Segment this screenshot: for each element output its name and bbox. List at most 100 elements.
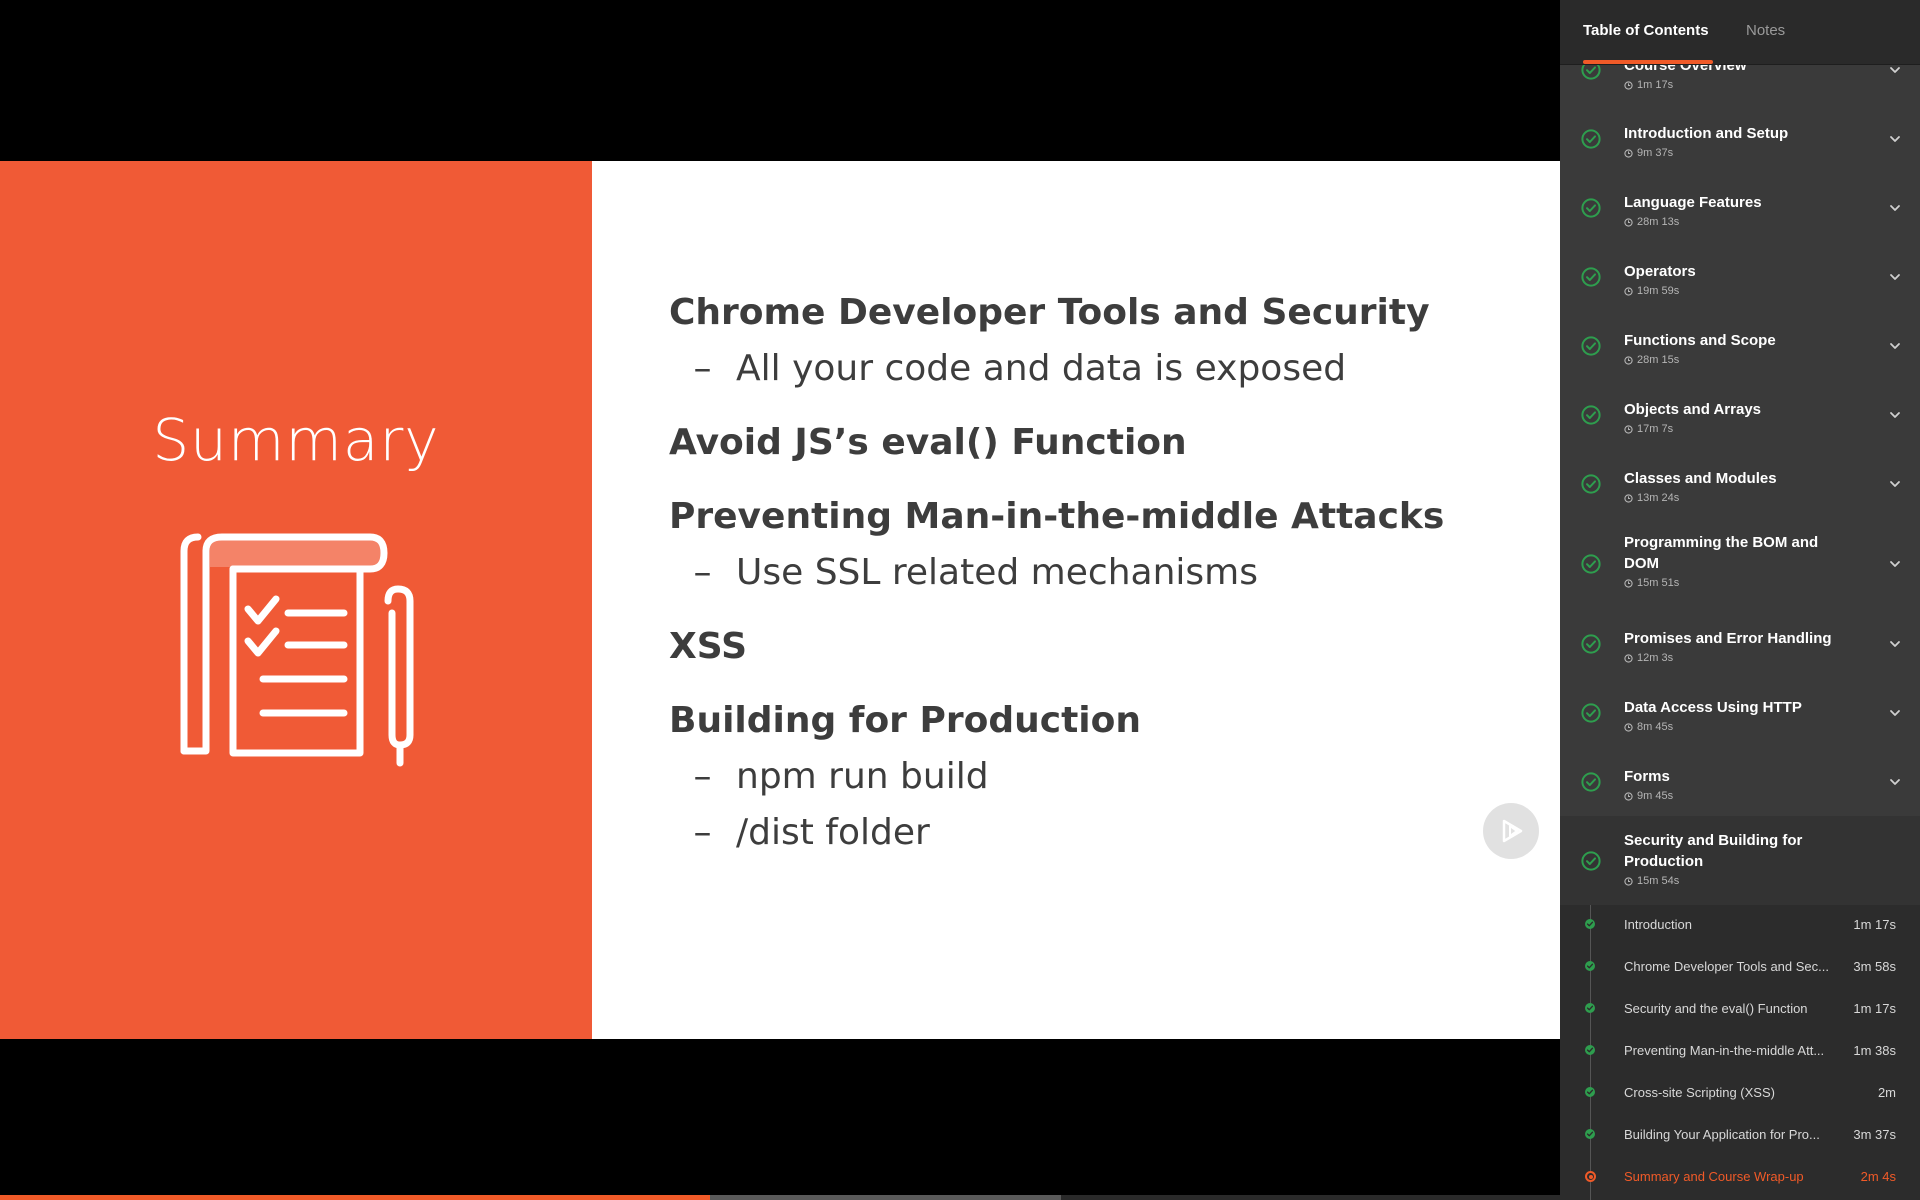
module-item[interactable]: Operators 19m 59s	[1560, 242, 1920, 312]
watched-check-icon	[1585, 961, 1595, 971]
module-item[interactable]: Classes and Modules 13m 24s	[1560, 449, 1920, 519]
module-duration: 19m 59s	[1624, 285, 1679, 297]
clip-duration: 3m 37s	[1853, 1127, 1896, 1142]
module-title: Functions and Scope	[1624, 332, 1776, 349]
tab-table-of-contents[interactable]: Table of Contents	[1583, 22, 1709, 39]
notepad-checklist-icon	[180, 533, 414, 767]
chevron-down-icon[interactable]	[1889, 560, 1901, 568]
clock-icon	[1624, 355, 1633, 365]
module-duration-text: 13m 24s	[1637, 492, 1680, 504]
bullet-dash: –	[693, 812, 712, 853]
module-item[interactable]: Language Features 28m 13s	[1560, 173, 1920, 243]
chevron-down-icon[interactable]	[1889, 778, 1901, 786]
module-duration-text: 9m 45s	[1637, 790, 1674, 802]
clip-item[interactable]: Building Your Application for Pro... 3m 3…	[1560, 1115, 1920, 1157]
clip-title: Chrome Developer Tools and Sec...	[1624, 959, 1829, 974]
slide-section-heading: Avoid JS’s eval() Function	[669, 422, 1187, 463]
clip-item[interactable]: Cross-site Scripting (XSS) 2m	[1560, 1073, 1920, 1115]
chevron-down-icon[interactable]	[1889, 342, 1901, 350]
completed-check-icon	[1581, 702, 1601, 723]
module-title: Forms	[1624, 768, 1670, 785]
progress-bar[interactable]	[0, 1195, 1560, 1200]
slide-section-heading: Building for Production	[669, 700, 1141, 741]
completed-check-icon	[1581, 197, 1601, 218]
module-item[interactable]: Forms 9m 45s	[1560, 747, 1920, 817]
slide-section: XSS	[669, 625, 1549, 669]
clock-icon	[1624, 578, 1633, 588]
chevron-down-icon[interactable]	[1889, 709, 1901, 717]
clock-icon	[1624, 286, 1633, 296]
module-duration: 13m 24s	[1624, 492, 1679, 504]
clip-duration: 3m 58s	[1853, 959, 1896, 974]
module-item[interactable]: Data Access Using HTTP 8m 45s	[1560, 678, 1920, 748]
chevron-down-icon[interactable]	[1889, 640, 1901, 648]
progress-played	[0, 1195, 710, 1200]
clip-title: Security and the eval() Function	[1624, 1001, 1808, 1016]
slide-bullet-point: – All your code and data is exposed	[669, 347, 1549, 391]
completed-check-icon	[1581, 633, 1601, 654]
module-title: Objects and Arrays	[1624, 401, 1761, 418]
clock-icon	[1624, 424, 1633, 434]
clock-icon	[1624, 217, 1633, 227]
chevron-down-icon[interactable]	[1889, 411, 1901, 419]
completed-check-icon	[1581, 771, 1601, 792]
chevron-down-icon[interactable]	[1889, 273, 1901, 281]
clip-title: Building Your Application for Pro...	[1624, 1127, 1820, 1142]
module-duration: 15m 51s	[1624, 577, 1679, 589]
clip-item[interactable]: Security and the eval() Function 1m 17s	[1560, 989, 1920, 1031]
clip-item[interactable]: Introduction 1m 17s	[1560, 905, 1920, 947]
clip-list: Introduction 1m 17s Chrome Developer Tools…	[1560, 905, 1920, 1200]
clip-item[interactable]: Chrome Developer Tools and Sec... 3m 58s	[1560, 947, 1920, 989]
chevron-down-icon[interactable]	[1889, 204, 1901, 212]
slide-title: Summary	[152, 406, 440, 474]
slide-section: Chrome Developer Tools and Security – All …	[669, 291, 1549, 391]
clip-duration: 1m 38s	[1853, 1043, 1896, 1058]
clock-icon	[1624, 876, 1633, 886]
play-logo-button[interactable]	[1483, 803, 1539, 859]
module-item[interactable]: Objects and Arrays 17m 7s	[1560, 380, 1920, 450]
module-duration: 12m 3s	[1624, 652, 1673, 664]
module-duration: 9m 37s	[1624, 147, 1673, 159]
module-item[interactable]: Programming the BOM and DOM 15m 51s	[1560, 518, 1920, 610]
clip-duration: 2m	[1877, 1085, 1896, 1100]
module-item[interactable]: Promises and Error Handling 12m 3s	[1560, 609, 1920, 679]
sidebar-tabs: Table of Contents Notes	[1560, 0, 1920, 65]
chevron-down-icon[interactable]	[1889, 480, 1901, 488]
chevron-down-icon[interactable]	[1889, 135, 1901, 143]
module-duration-text: 9m 37s	[1637, 147, 1674, 159]
clip-title: Introduction	[1624, 917, 1692, 932]
bullet-dash: –	[693, 552, 712, 593]
module-title: Operators	[1624, 263, 1696, 280]
module-duration-text: 28m 13s	[1637, 216, 1680, 228]
module-duration: 28m 15s	[1624, 354, 1679, 366]
completed-check-icon	[1581, 473, 1601, 494]
slide-section: Preventing Man-in-the-middle Attacks – Use…	[669, 495, 1549, 595]
module-item[interactable]: Introduction and Setup 9m 37s	[1560, 104, 1920, 174]
slide: Summary Chrome Developer Tools and Secur…	[0, 161, 1560, 1039]
bullet-text: npm run build	[736, 756, 989, 797]
module-item[interactable]: Security and Building for Production 15m …	[1560, 816, 1920, 905]
clip-item[interactable]: Preventing Man-in-the-middle Att... 1m 38…	[1560, 1031, 1920, 1073]
play-icon	[1502, 819, 1523, 843]
module-duration-text: 15m 51s	[1637, 577, 1680, 589]
module-duration: 9m 45s	[1624, 790, 1673, 802]
module-duration-text: 8m 45s	[1637, 721, 1674, 733]
current-clip-indicator-icon	[1585, 1171, 1596, 1182]
module-duration-text: 15m 54s	[1637, 875, 1680, 887]
watched-check-icon	[1585, 1003, 1595, 1013]
slide-section-heading: XSS	[669, 626, 747, 667]
bullet-dash: –	[693, 348, 712, 389]
tab-notes[interactable]: Notes	[1746, 22, 1785, 39]
clock-icon	[1624, 791, 1633, 801]
slide-section-heading: Preventing Man-in-the-middle Attacks	[669, 496, 1445, 537]
module-title: Language Features	[1624, 194, 1762, 211]
chevron-down-icon[interactable]	[1889, 66, 1901, 74]
module-title: Programming the BOM and DOM	[1624, 534, 1819, 572]
video-player[interactable]: Summary Chrome Developer Tools and Secur…	[0, 0, 1560, 1200]
watched-check-icon	[1585, 1087, 1595, 1097]
bullet-text: All your code and data is exposed	[736, 348, 1347, 389]
module-title: Promises and Error Handling	[1624, 630, 1832, 647]
clip-item[interactable]: Summary and Course Wrap-up 2m 4s	[1560, 1157, 1920, 1199]
module-item[interactable]: Functions and Scope 28m 15s	[1560, 311, 1920, 381]
completed-check-icon	[1581, 335, 1601, 356]
